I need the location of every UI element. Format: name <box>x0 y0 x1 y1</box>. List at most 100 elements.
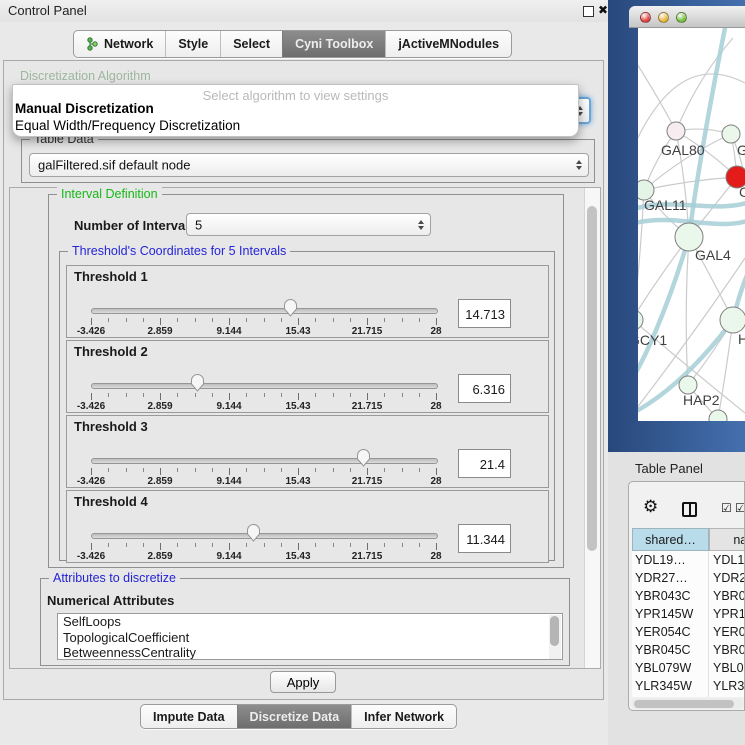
threshold-value-box[interactable]: 11.344 <box>458 524 511 553</box>
float-window-icon[interactable] <box>583 6 594 17</box>
cell-name[interactable]: YPR1… <box>709 605 745 623</box>
network-graph[interactable]: GAL80GCGAL11GAL4GCY1HHAP2 <box>638 28 745 421</box>
cell-shared-name[interactable]: YDR27… <box>632 569 709 587</box>
numerical-attributes-list[interactable]: SelfLoopsTopologicalCoefficientBetweenne… <box>57 613 563 660</box>
tick-label: 21.715 <box>352 476 383 487</box>
algorithm-dropdown-popup: Select algorithm to view settings Manual… <box>12 84 579 137</box>
cell-name[interactable]: YIL0… <box>709 695 745 697</box>
scrollbar-thumb[interactable] <box>634 700 734 708</box>
threshold-slider[interactable]: -3.4262.8599.14415.4321.71528 <box>91 446 436 488</box>
network-node[interactable] <box>720 307 745 333</box>
mac-minimize-button[interactable] <box>658 12 669 23</box>
attribute-item[interactable]: SelfLoops <box>58 614 562 630</box>
network-canvas[interactable]: GAL80GCGAL11GAL4GCY1HHAP2 <box>638 28 745 421</box>
threshold-value-box[interactable]: 6.316 <box>458 374 511 403</box>
slider-track[interactable] <box>91 458 438 464</box>
table-row[interactable]: YLR345WYLR3… <box>632 677 745 695</box>
threshold-slider[interactable]: -3.4262.8599.14415.4321.71528 <box>91 371 436 413</box>
network-window-titlebar[interactable] <box>629 6 745 28</box>
slider-track[interactable] <box>91 533 438 539</box>
attribute-item[interactable]: BetweennessCentrality <box>58 645 562 660</box>
cell-shared-name[interactable]: YPR145W <box>632 605 709 623</box>
attribute-list-scrollbar[interactable] <box>549 615 561 659</box>
close-icon[interactable]: ✖ <box>598 3 608 17</box>
tab-infer-network[interactable]: Infer Network <box>351 705 456 728</box>
cell-shared-name[interactable]: YIL052C <box>632 695 709 697</box>
cell-name[interactable]: YBR0… <box>709 641 745 659</box>
slider-thumb[interactable] <box>190 373 205 392</box>
attribute-item[interactable]: TopologicalCoefficient <box>58 630 562 646</box>
split-columns-icon[interactable] <box>682 502 697 517</box>
settings-scrollbar[interactable] <box>584 188 600 668</box>
column-header-shared-name[interactable]: shared… <box>632 528 709 551</box>
threshold-slider[interactable]: -3.4262.8599.14415.4321.71528 <box>91 521 436 563</box>
gear-icon[interactable]: ⚙ <box>643 497 658 517</box>
network-edge[interactable] <box>686 237 689 385</box>
checkbox-icon[interactable]: ☑ <box>721 501 732 515</box>
table-horizontal-scrollbar[interactable] <box>631 698 744 709</box>
table-header-row: shared… name <box>632 528 745 551</box>
table-row[interactable]: YER054CYER0… <box>632 623 745 641</box>
table-row[interactable]: YBR045CYBR0… <box>632 641 745 659</box>
threshold-value-box[interactable]: 21.4 <box>458 449 511 478</box>
tab-label: Style <box>178 37 208 51</box>
thresholds-group-title: Threshold's Coordinates for 5 Intervals <box>68 244 290 258</box>
scrollbar-thumb[interactable] <box>550 616 559 646</box>
cell-name[interactable]: YBR0… <box>709 587 745 605</box>
mac-zoom-button[interactable] <box>676 12 687 23</box>
slider-track[interactable] <box>91 383 438 389</box>
tab-select[interactable]: Select <box>220 31 282 57</box>
cell-shared-name[interactable]: YBL079W <box>632 659 709 677</box>
tab-discretize-data[interactable]: Discretize Data <box>237 705 352 728</box>
slider-thumb[interactable] <box>356 448 371 467</box>
tab-impute-data[interactable]: Impute Data <box>141 705 237 728</box>
scrollbar-thumb[interactable] <box>587 206 597 551</box>
threshold-value-box[interactable]: 14.713 <box>458 299 511 328</box>
interval-definition-title: Interval Definition <box>57 187 162 201</box>
table-row[interactable]: YBR043CYBR0… <box>632 587 745 605</box>
table-rows[interactable]: YDL19…YDL1…YDR27…YDR2…YBR043CYBR0…YPR145… <box>632 551 745 697</box>
cell-name[interactable]: YLR3… <box>709 677 745 695</box>
tick-label: -3.426 <box>77 551 105 562</box>
column-header-name[interactable]: name <box>709 528 745 551</box>
tab-network[interactable]: Network <box>74 31 165 57</box>
checkbox-icon[interactable]: ☑ <box>735 501 745 515</box>
mac-close-button[interactable] <box>640 12 651 23</box>
tab-cyni-toolbox[interactable]: Cyni Toolbox <box>282 31 385 57</box>
tab-label: Impute Data <box>153 710 225 724</box>
cell-name[interactable]: YBL0… <box>709 659 745 677</box>
network-node-label: GAL80 <box>661 142 705 158</box>
table-row[interactable]: YIL052CYIL0… <box>632 695 745 697</box>
cell-name[interactable]: YDR2… <box>709 569 745 587</box>
network-node[interactable] <box>667 122 685 140</box>
apply-button[interactable]: Apply <box>270 671 336 693</box>
threshold-row: Threshold 2 -3.4262.8599.14415.4321.7152… <box>66 340 549 413</box>
cell-shared-name[interactable]: YER054C <box>632 623 709 641</box>
slider-thumb[interactable] <box>246 523 261 542</box>
cell-shared-name[interactable]: YDL19… <box>632 551 709 569</box>
tab-style[interactable]: Style <box>165 31 220 57</box>
network-node[interactable] <box>638 310 643 330</box>
network-node[interactable] <box>722 125 740 143</box>
network-edge-highlighted[interactable] <box>638 237 689 380</box>
table-data-combobox[interactable]: galFiltered.sif default node <box>29 153 589 177</box>
popup-option-equal-width-frequency[interactable]: Equal Width/Frequency Discretization <box>15 118 240 133</box>
slider-thumb[interactable] <box>283 298 298 317</box>
slider-track[interactable] <box>91 308 438 314</box>
tab-jactivemnodules[interactable]: jActiveMNodules <box>385 31 511 57</box>
cell-name[interactable]: YER0… <box>709 623 745 641</box>
network-edge[interactable] <box>638 58 676 131</box>
popup-option-manual-discretization[interactable]: Manual Discretization <box>15 101 154 116</box>
table-row[interactable]: YDR27…YDR2… <box>632 569 745 587</box>
cell-name[interactable]: YDL1… <box>709 551 745 569</box>
threshold-label: Threshold 2 <box>74 344 148 359</box>
number-of-intervals-combobox[interactable]: 5 <box>186 213 431 236</box>
table-row[interactable]: YPR145WYPR1… <box>632 605 745 623</box>
threshold-slider[interactable]: -3.4262.8599.14415.4321.71528 <box>91 296 436 338</box>
cell-shared-name[interactable]: YLR345W <box>632 677 709 695</box>
table-row[interactable]: YBL079WYBL0… <box>632 659 745 677</box>
table-row[interactable]: YDL19…YDL1… <box>632 551 745 569</box>
cell-shared-name[interactable]: YBR045C <box>632 641 709 659</box>
network-edge[interactable] <box>676 38 733 131</box>
cell-shared-name[interactable]: YBR043C <box>632 587 709 605</box>
